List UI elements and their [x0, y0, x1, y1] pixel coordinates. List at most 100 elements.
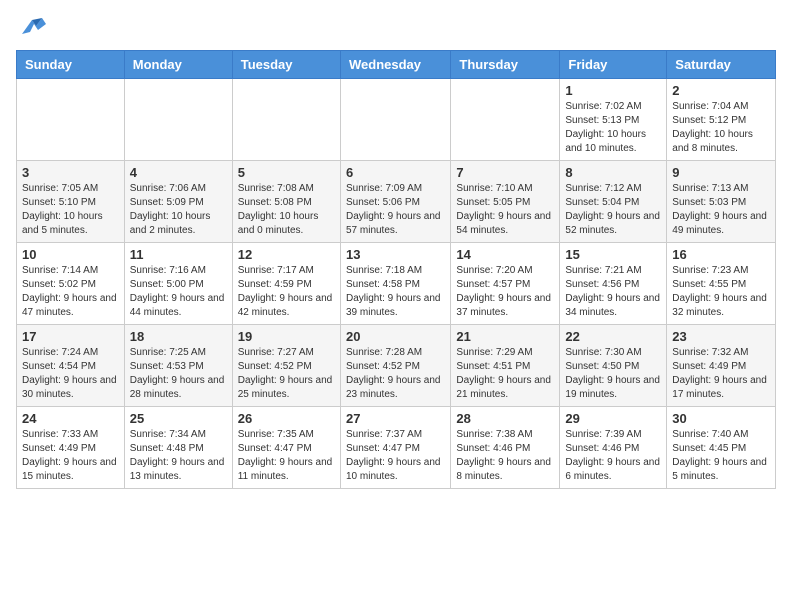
- day-info: Sunrise: 7:25 AM Sunset: 4:53 PM Dayligh…: [130, 346, 227, 402]
- calendar-header-monday: Monday: [124, 51, 232, 79]
- day-info: Sunrise: 7:20 AM Sunset: 4:57 PM Dayligh…: [456, 264, 554, 320]
- calendar-cell: 3 Sunrise: 7:05 AM Sunset: 5:10 PM Daylig…: [17, 161, 125, 243]
- calendar-cell: 1 Sunrise: 7:02 AM Sunset: 5:13 PM Daylig…: [560, 79, 667, 161]
- calendar-cell: [124, 79, 232, 161]
- calendar-header-sunday: Sunday: [17, 51, 125, 79]
- calendar-cell: 14 Sunrise: 7:20 AM Sunset: 4:57 PM Dayli…: [451, 243, 560, 325]
- day-number: 14: [456, 247, 554, 262]
- calendar-cell: [17, 79, 125, 161]
- calendar-cell: 10Sunrise: 7:14 AM Sunset: 5:02 PM Dayli…: [17, 243, 125, 325]
- calendar-week-row: 1 Sunrise: 7:02 AM Sunset: 5:13 PM Daylig…: [17, 79, 776, 161]
- day-number: 27: [346, 411, 445, 426]
- day-info: Sunrise: 7:34 AM Sunset: 4:48 PM Dayligh…: [130, 428, 227, 484]
- day-number: 8: [565, 165, 661, 180]
- calendar-header-thursday: Thursday: [451, 51, 560, 79]
- calendar-cell: 22 Sunrise: 7:30 AM Sunset: 4:50 PM Dayli…: [560, 325, 667, 407]
- day-number: 3: [22, 165, 119, 180]
- logo-bird-icon: [18, 16, 46, 38]
- day-number: 28: [456, 411, 554, 426]
- day-number: 9: [672, 165, 770, 180]
- calendar-cell: 26 Sunrise: 7:35 AM Sunset: 4:47 PM Dayli…: [232, 407, 340, 489]
- day-info: Sunrise: 7:21 AM Sunset: 4:56 PM Dayligh…: [565, 264, 661, 320]
- day-number: 22: [565, 329, 661, 344]
- calendar-week-row: 10Sunrise: 7:14 AM Sunset: 5:02 PM Dayli…: [17, 243, 776, 325]
- day-number: 24: [22, 411, 119, 426]
- calendar-cell: 30 Sunrise: 7:40 AM Sunset: 4:45 PM Dayli…: [667, 407, 776, 489]
- day-info: Sunrise: 7:30 AM Sunset: 4:50 PM Dayligh…: [565, 346, 661, 402]
- calendar-cell: 7 Sunrise: 7:10 AM Sunset: 5:05 PM Daylig…: [451, 161, 560, 243]
- calendar-cell: 11 Sunrise: 7:16 AM Sunset: 5:00 PM Dayli…: [124, 243, 232, 325]
- day-info: Sunrise: 7:33 AM Sunset: 4:49 PM Dayligh…: [22, 428, 119, 484]
- day-info: Sunrise: 7:18 AM Sunset: 4:58 PM Dayligh…: [346, 264, 445, 320]
- day-number: 5: [238, 165, 335, 180]
- day-number: 11: [130, 247, 227, 262]
- day-number: 16: [672, 247, 770, 262]
- calendar-cell: 16 Sunrise: 7:23 AM Sunset: 4:55 PM Dayli…: [667, 243, 776, 325]
- day-info: Sunrise: 7:23 AM Sunset: 4:55 PM Dayligh…: [672, 264, 770, 320]
- day-info: Sunrise: 7:35 AM Sunset: 4:47 PM Dayligh…: [238, 428, 335, 484]
- calendar-cell: 28 Sunrise: 7:38 AM Sunset: 4:46 PM Dayli…: [451, 407, 560, 489]
- day-info: Sunrise: 7:16 AM Sunset: 5:00 PM Dayligh…: [130, 264, 227, 320]
- calendar-cell: 19Sunrise: 7:27 AM Sunset: 4:52 PM Dayli…: [232, 325, 340, 407]
- day-number: 15: [565, 247, 661, 262]
- calendar-cell: 9 Sunrise: 7:13 AM Sunset: 5:03 PM Daylig…: [667, 161, 776, 243]
- day-info: Sunrise: 7:14 AM Sunset: 5:02 PM Dayligh…: [22, 264, 119, 320]
- day-info: Sunrise: 7:05 AM Sunset: 5:10 PM Dayligh…: [22, 182, 119, 238]
- day-info: Sunrise: 7:28 AM Sunset: 4:52 PM Dayligh…: [346, 346, 445, 402]
- calendar-cell: 29 Sunrise: 7:39 AM Sunset: 4:46 PM Dayli…: [560, 407, 667, 489]
- calendar-cell: 12 Sunrise: 7:17 AM Sunset: 4:59 PM Dayli…: [232, 243, 340, 325]
- day-info: Sunrise: 7:13 AM Sunset: 5:03 PM Dayligh…: [672, 182, 770, 238]
- calendar-cell: [340, 79, 450, 161]
- day-number: 29: [565, 411, 661, 426]
- day-number: 7: [456, 165, 554, 180]
- calendar-header-tuesday: Tuesday: [232, 51, 340, 79]
- day-number: 12: [238, 247, 335, 262]
- calendar-cell: 2Sunrise: 7:04 AM Sunset: 5:12 PM Daylig…: [667, 79, 776, 161]
- day-info: Sunrise: 7:27 AM Sunset: 4:52 PM Dayligh…: [238, 346, 335, 402]
- day-number: 4: [130, 165, 227, 180]
- calendar-cell: 4 Sunrise: 7:06 AM Sunset: 5:09 PM Daylig…: [124, 161, 232, 243]
- calendar-header-wednesday: Wednesday: [340, 51, 450, 79]
- calendar-cell: 8 Sunrise: 7:12 AM Sunset: 5:04 PM Daylig…: [560, 161, 667, 243]
- calendar-cell: 13 Sunrise: 7:18 AM Sunset: 4:58 PM Dayli…: [340, 243, 450, 325]
- calendar-header-friday: Friday: [560, 51, 667, 79]
- day-number: 17: [22, 329, 119, 344]
- day-info: Sunrise: 7:12 AM Sunset: 5:04 PM Dayligh…: [565, 182, 661, 238]
- day-info: Sunrise: 7:38 AM Sunset: 4:46 PM Dayligh…: [456, 428, 554, 484]
- calendar-week-row: 17 Sunrise: 7:24 AM Sunset: 4:54 PM Dayli…: [17, 325, 776, 407]
- day-info: Sunrise: 7:09 AM Sunset: 5:06 PM Dayligh…: [346, 182, 445, 238]
- day-info: Sunrise: 7:10 AM Sunset: 5:05 PM Dayligh…: [456, 182, 554, 238]
- day-number: 18: [130, 329, 227, 344]
- calendar-cell: 25 Sunrise: 7:34 AM Sunset: 4:48 PM Dayli…: [124, 407, 232, 489]
- calendar-cell: 23 Sunrise: 7:32 AM Sunset: 4:49 PM Dayli…: [667, 325, 776, 407]
- day-info: Sunrise: 7:40 AM Sunset: 4:45 PM Dayligh…: [672, 428, 770, 484]
- day-number: 26: [238, 411, 335, 426]
- day-info: Sunrise: 7:32 AM Sunset: 4:49 PM Dayligh…: [672, 346, 770, 402]
- calendar-cell: 27Sunrise: 7:37 AM Sunset: 4:47 PM Dayli…: [340, 407, 450, 489]
- day-info: Sunrise: 7:39 AM Sunset: 4:46 PM Dayligh…: [565, 428, 661, 484]
- day-info: Sunrise: 7:02 AM Sunset: 5:13 PM Dayligh…: [565, 100, 661, 156]
- day-number: 25: [130, 411, 227, 426]
- calendar-cell: 17 Sunrise: 7:24 AM Sunset: 4:54 PM Dayli…: [17, 325, 125, 407]
- calendar-week-row: 3 Sunrise: 7:05 AM Sunset: 5:10 PM Daylig…: [17, 161, 776, 243]
- day-number: 23: [672, 329, 770, 344]
- calendar-cell: 18 Sunrise: 7:25 AM Sunset: 4:53 PM Dayli…: [124, 325, 232, 407]
- day-number: 20: [346, 329, 445, 344]
- calendar-cell: 20 Sunrise: 7:28 AM Sunset: 4:52 PM Dayli…: [340, 325, 450, 407]
- calendar-cell: [232, 79, 340, 161]
- day-number: 30: [672, 411, 770, 426]
- calendar-cell: 6 Sunrise: 7:09 AM Sunset: 5:06 PM Daylig…: [340, 161, 450, 243]
- day-info: Sunrise: 7:17 AM Sunset: 4:59 PM Dayligh…: [238, 264, 335, 320]
- day-info: Sunrise: 7:06 AM Sunset: 5:09 PM Dayligh…: [130, 182, 227, 238]
- logo: [16, 16, 46, 38]
- calendar-cell: 5Sunrise: 7:08 AM Sunset: 5:08 PM Daylig…: [232, 161, 340, 243]
- day-number: 1: [565, 83, 661, 98]
- day-info: Sunrise: 7:24 AM Sunset: 4:54 PM Dayligh…: [22, 346, 119, 402]
- calendar-week-row: 24 Sunrise: 7:33 AM Sunset: 4:49 PM Dayli…: [17, 407, 776, 489]
- calendar-cell: 21Sunrise: 7:29 AM Sunset: 4:51 PM Dayli…: [451, 325, 560, 407]
- day-number: 2: [672, 83, 770, 98]
- calendar-table: SundayMondayTuesdayWednesdayThursdayFrid…: [16, 50, 776, 489]
- calendar-header-saturday: Saturday: [667, 51, 776, 79]
- day-number: 6: [346, 165, 445, 180]
- day-number: 13: [346, 247, 445, 262]
